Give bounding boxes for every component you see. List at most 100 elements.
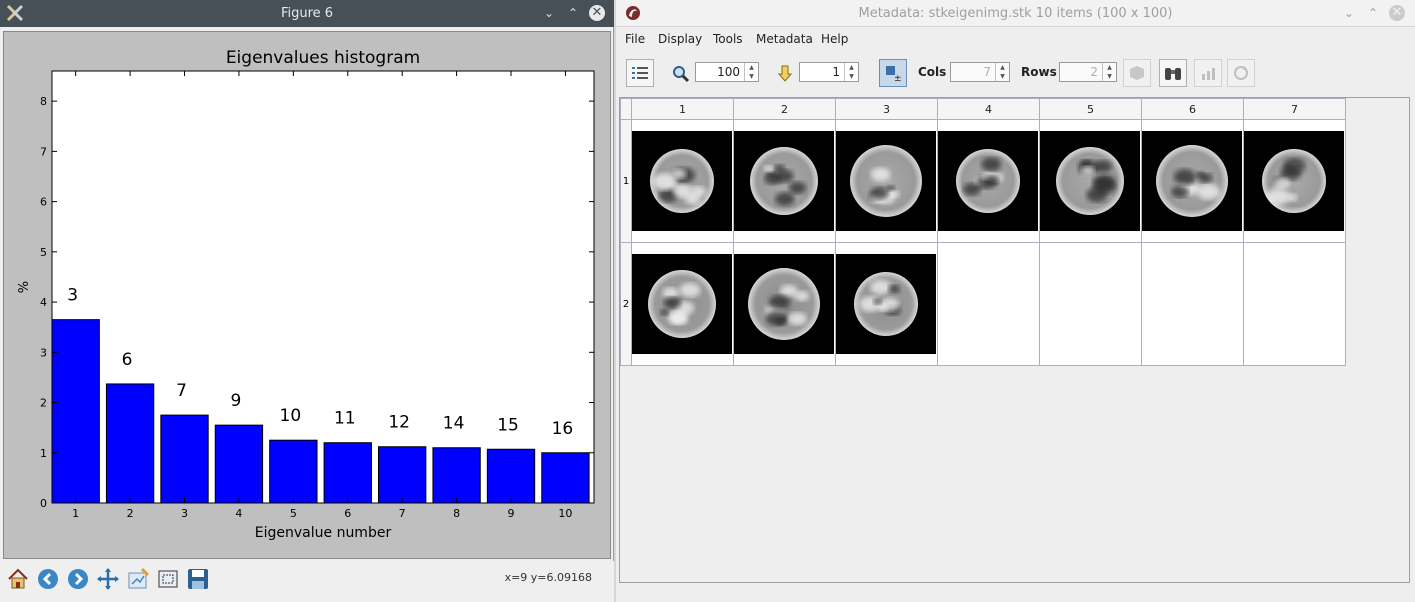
eigenimage bbox=[734, 254, 834, 354]
y-tick-label: 2 bbox=[40, 397, 47, 410]
gallery-grid: 1234567 12 bbox=[620, 98, 1346, 366]
eigenimage-thumbnail[interactable] bbox=[1244, 131, 1344, 231]
column-header[interactable]: 5 bbox=[1039, 98, 1142, 120]
eigenimage-thumbnail[interactable] bbox=[632, 131, 732, 231]
bar-value-label: 3 bbox=[67, 286, 78, 306]
gallery-cell[interactable] bbox=[1243, 119, 1346, 243]
find-button[interactable] bbox=[1159, 59, 1187, 87]
figure-titlebar[interactable]: Figure 6 ⌄ ⌃ ✕ bbox=[0, 0, 614, 27]
gallery-cell[interactable] bbox=[835, 119, 938, 243]
maximize-icon[interactable]: ⌃ bbox=[565, 5, 581, 21]
goto-image-icon bbox=[777, 65, 793, 82]
eigenimage-thumbnail[interactable] bbox=[632, 254, 732, 354]
eigenimage-thumbnail[interactable] bbox=[1142, 131, 1242, 231]
save-icon[interactable] bbox=[185, 566, 211, 592]
list-icon bbox=[632, 67, 648, 79]
gallery-cell[interactable] bbox=[1141, 242, 1244, 366]
menu-display[interactable]: Display bbox=[658, 32, 702, 46]
plot-button[interactable] bbox=[1194, 59, 1222, 87]
metadata-titlebar[interactable]: Metadata: stkeigenimg.stk 10 items (100 … bbox=[616, 0, 1415, 27]
x-tick-label: 1 bbox=[72, 507, 79, 520]
bar-9 bbox=[486, 448, 536, 504]
menu-tools[interactable]: Tools bbox=[713, 32, 743, 46]
zoom-spinner[interactable]: 100 ▲ ▼ bbox=[695, 62, 759, 82]
menu-metadata[interactable]: Metadata bbox=[756, 32, 813, 46]
zoom-icon bbox=[673, 66, 690, 83]
list-view-toggle-button[interactable] bbox=[626, 59, 654, 87]
minimize-icon[interactable]: ⌄ bbox=[541, 5, 557, 21]
gallery-cell[interactable] bbox=[631, 242, 734, 366]
column-header[interactable]: 2 bbox=[733, 98, 836, 120]
menu-bar: File Display Tools Metadata Help bbox=[616, 28, 1415, 50]
gallery-cell[interactable] bbox=[631, 119, 734, 243]
column-header[interactable]: 3 bbox=[835, 98, 938, 120]
minimize-icon[interactable]: ⌄ bbox=[1341, 5, 1357, 21]
column-header[interactable]: 1 bbox=[631, 98, 734, 120]
eigenimage-thumbnail[interactable] bbox=[836, 254, 936, 354]
gallery-cell[interactable] bbox=[733, 119, 836, 243]
x-tick-label: 10 bbox=[558, 507, 572, 520]
gallery-cell[interactable] bbox=[937, 242, 1040, 366]
bar-4 bbox=[214, 424, 264, 504]
cols-spinner[interactable]: 7 ▲ ▼ bbox=[950, 62, 1010, 82]
y-tick-label: 6 bbox=[40, 196, 47, 209]
gallery-cell[interactable] bbox=[1039, 119, 1142, 243]
cursor-coordinates: x=9 y=6.09168 bbox=[504, 571, 592, 584]
pan-icon[interactable] bbox=[95, 566, 121, 592]
menu-file[interactable]: File bbox=[625, 32, 645, 46]
rows-label: Rows bbox=[1021, 65, 1057, 79]
spinner-arrows[interactable]: ▲ ▼ bbox=[1102, 63, 1116, 81]
gallery-cell[interactable] bbox=[835, 242, 938, 366]
spinner-arrows[interactable]: ▲ ▼ bbox=[995, 63, 1009, 81]
eigenimage-thumbnail[interactable] bbox=[1040, 131, 1140, 231]
spinner-arrows[interactable]: ▲ ▼ bbox=[844, 63, 858, 81]
cols-label: Cols bbox=[918, 65, 947, 79]
adjust-columns-button[interactable]: ± bbox=[879, 59, 907, 87]
bar-7 bbox=[378, 446, 427, 504]
eigenimage bbox=[734, 131, 834, 231]
close-icon[interactable]: ✕ bbox=[589, 5, 605, 21]
eigenimage-thumbnail[interactable] bbox=[836, 131, 936, 231]
binoculars-icon bbox=[1165, 68, 1181, 80]
bar-10 bbox=[541, 452, 590, 504]
y-tick-label: 8 bbox=[40, 95, 47, 108]
home-icon[interactable] bbox=[5, 566, 31, 592]
column-header[interactable]: 4 bbox=[937, 98, 1040, 120]
grid-adjust-icon: ± bbox=[886, 66, 902, 82]
bar-value-label: 14 bbox=[443, 414, 465, 434]
spinner-arrows[interactable]: ▲ ▼ bbox=[744, 63, 758, 81]
eigenimage-thumbnail[interactable] bbox=[734, 254, 834, 354]
figure-canvas[interactable]: Eigenvalues histogram Eigenvalue number … bbox=[3, 31, 611, 559]
eigenimage bbox=[836, 131, 936, 231]
metadata-toolbar: 100 ▲ ▼ 1 ▲ ▼ ± Cols 7 ▲ ▼ Rows 2 ▲ ▼ bbox=[616, 54, 1415, 92]
gallery-cell[interactable] bbox=[1141, 119, 1244, 243]
column-header[interactable]: 6 bbox=[1141, 98, 1244, 120]
eigenimage bbox=[1040, 131, 1140, 231]
gallery-cell[interactable] bbox=[937, 119, 1040, 243]
image-gallery[interactable]: 1234567 12 bbox=[619, 97, 1410, 583]
maximize-icon[interactable]: ⌃ bbox=[1365, 5, 1381, 21]
bar-6 bbox=[323, 442, 372, 504]
bar-2 bbox=[105, 383, 155, 504]
gallery-cell[interactable] bbox=[733, 242, 836, 366]
rows-spinner[interactable]: 2 ▲ ▼ bbox=[1059, 62, 1117, 82]
forward-icon[interactable] bbox=[65, 566, 91, 592]
zoom-rect-icon[interactable] bbox=[155, 566, 181, 592]
goto-image-spinner[interactable]: 1 ▲ ▼ bbox=[799, 62, 859, 82]
row-header[interactable]: 2 bbox=[620, 242, 632, 366]
window-title: Metadata: stkeigenimg.stk 10 items (100 … bbox=[858, 6, 1173, 21]
gallery-cell[interactable] bbox=[1039, 242, 1142, 366]
gallery-cell[interactable] bbox=[1243, 242, 1346, 366]
y-tick-label: 0 bbox=[40, 497, 47, 510]
configure-subplots-icon[interactable] bbox=[125, 566, 151, 592]
menu-help[interactable]: Help bbox=[821, 32, 848, 46]
desktop: Figure 6 ⌄ ⌃ ✕ Eigenvalues histogram Eig… bbox=[0, 0, 1415, 602]
refresh-button[interactable] bbox=[1227, 59, 1255, 87]
column-header[interactable]: 7 bbox=[1243, 98, 1346, 120]
eigenimage-thumbnail[interactable] bbox=[938, 131, 1038, 231]
eigenimage-thumbnail[interactable] bbox=[734, 131, 834, 231]
back-icon[interactable] bbox=[35, 566, 61, 592]
3d-volume-button[interactable] bbox=[1123, 59, 1151, 87]
row-header[interactable]: 1 bbox=[620, 119, 632, 243]
close-icon[interactable]: ✕ bbox=[1389, 5, 1405, 21]
